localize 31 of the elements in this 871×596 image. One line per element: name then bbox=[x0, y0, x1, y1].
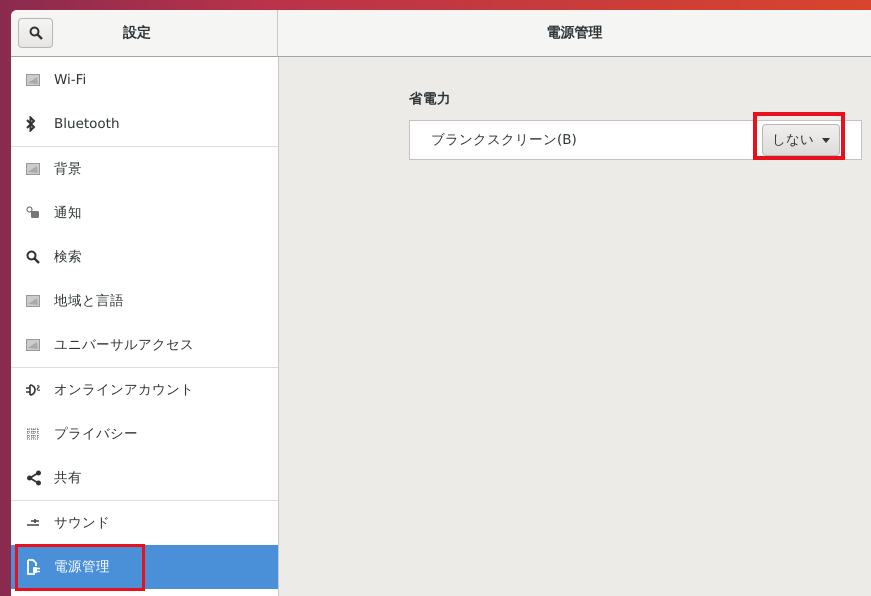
search-icon bbox=[26, 250, 40, 264]
sidebar-item[interactable]: ユニバーサルアクセス bbox=[11, 323, 278, 367]
section-heading: 省電力 bbox=[409, 90, 452, 108]
image-icon bbox=[26, 339, 40, 351]
window-title: 電源管理 bbox=[546, 24, 602, 42]
share-icon bbox=[26, 470, 42, 486]
sidebar-item[interactable]: 地域と言語 bbox=[11, 279, 278, 323]
slider-icon bbox=[26, 518, 40, 528]
sidebar-item[interactable]: 検索 bbox=[11, 235, 278, 279]
notification-icon bbox=[26, 206, 40, 220]
search-icon bbox=[28, 26, 42, 40]
plug-icon bbox=[26, 383, 42, 397]
setting-label: ブランクスクリーン(B) bbox=[431, 131, 577, 149]
sidebar-item[interactable]: オンラインアカウント bbox=[11, 368, 278, 412]
grid-icon bbox=[26, 428, 40, 440]
sidebar-item[interactable]: 背景 bbox=[11, 147, 278, 191]
bluetooth-icon bbox=[26, 116, 36, 132]
sidebar-title: 設定 bbox=[123, 24, 151, 42]
sidebar-item[interactable]: Wi-Fi bbox=[11, 58, 278, 102]
sidebar-item[interactable]: Bluetooth bbox=[11, 102, 278, 146]
sidebar-item[interactable]: 通知 bbox=[11, 191, 278, 235]
sidebar-item[interactable]: 共有 bbox=[11, 456, 278, 500]
image-icon bbox=[26, 74, 40, 86]
sidebar-item[interactable]: サウンド bbox=[11, 501, 278, 545]
image-icon bbox=[26, 295, 40, 307]
image-icon bbox=[26, 163, 40, 175]
dropdown-button[interactable]: しない bbox=[762, 124, 840, 156]
search-button[interactable] bbox=[18, 18, 53, 48]
sidebar-item[interactable]: プライバシー bbox=[11, 412, 278, 456]
caret-icon bbox=[822, 138, 830, 142]
power-plug-icon bbox=[26, 559, 40, 575]
